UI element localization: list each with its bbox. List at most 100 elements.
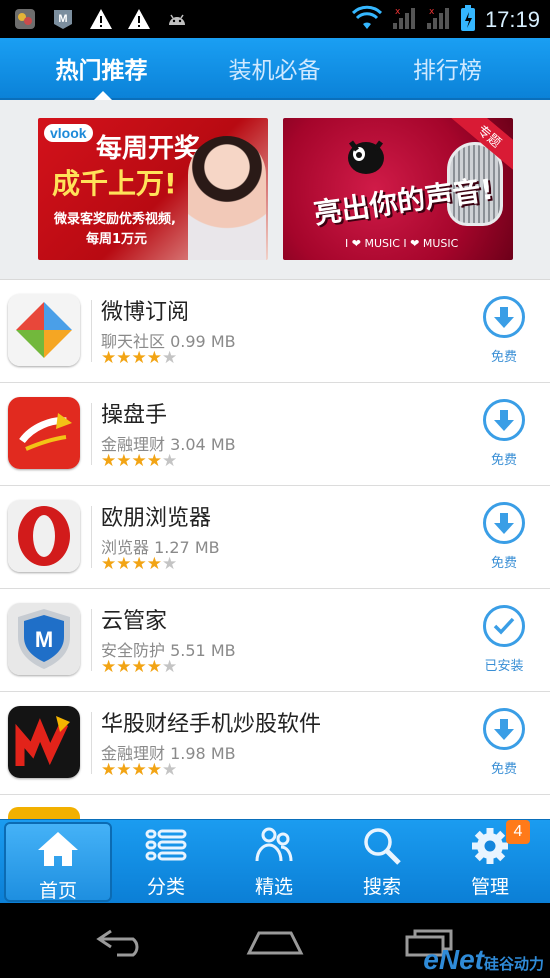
signal-icon: x xyxy=(391,5,417,35)
list-item[interactable]: 微博订阅 聊天社区 0.99 MB ★★★★★ 免费 xyxy=(0,280,550,383)
nav-home[interactable]: 首页 xyxy=(4,822,112,902)
huagu-icon xyxy=(8,706,80,778)
app-list: 微博订阅 聊天社区 0.99 MB ★★★★★ 免费 操盘手 金融理财 3.04… xyxy=(0,280,550,795)
svg-text:x: x xyxy=(429,7,435,17)
divider xyxy=(91,300,92,362)
svg-text:x: x xyxy=(395,7,401,17)
app-size: 5.51 MB xyxy=(170,641,236,660)
bottom-nav: 首页 分类 精选 搜索 管理 4 xyxy=(0,819,550,903)
nav-category[interactable]: 分类 xyxy=(112,820,220,904)
status-bar: M x x 17:19 xyxy=(0,0,550,38)
action-label: 免费 xyxy=(490,453,517,468)
list-icon xyxy=(112,820,220,870)
banner-model-image xyxy=(188,136,266,260)
app-notification-icon: M xyxy=(50,6,76,32)
action-label: 免费 xyxy=(490,762,517,777)
nav-search[interactable]: 搜索 xyxy=(328,820,436,904)
list-item[interactable]: 操盘手 金融理财 3.04 MB ★★★★★ 免费 xyxy=(0,383,550,486)
watermark-brand: eNet xyxy=(423,944,484,975)
people-icon xyxy=(220,820,328,870)
checkmark-icon xyxy=(483,605,525,647)
app-size: 1.98 MB xyxy=(170,744,236,763)
divider xyxy=(91,506,92,568)
action-label: 免费 xyxy=(490,350,517,365)
action-label: 已安装 xyxy=(484,659,524,674)
rating-stars: ★★★★★ xyxy=(101,348,178,368)
mcafee-shield-icon: M xyxy=(8,603,80,675)
nav-label: 首页 xyxy=(38,880,77,902)
download-button[interactable]: 免费 xyxy=(474,502,534,571)
tab-hot-recommend[interactable]: 热门推荐 xyxy=(10,38,193,98)
nav-label: 分类 xyxy=(146,876,185,898)
active-tab-indicator xyxy=(94,91,112,100)
promo-banner-music[interactable]: 专题 亮出你的声音! I ❤ MUSIC I ❤ MUSIC xyxy=(283,118,513,260)
promo-banner-vlook[interactable]: vlook 每周开奖 成千上万! 微录客奖励优秀视频, 每周1万元 xyxy=(38,118,268,260)
svg-text:M: M xyxy=(35,627,53,652)
app-size: 3.04 MB xyxy=(170,435,236,454)
download-icon xyxy=(483,399,525,441)
app-name: 华股财经手机炒股软件 xyxy=(101,712,322,737)
battery-icon xyxy=(459,4,477,36)
installed-button[interactable]: 已安装 xyxy=(474,605,534,674)
watermark: eNet硅谷动力 xyxy=(423,944,544,976)
weibo-pinwheel-icon xyxy=(8,294,80,366)
home-button[interactable] xyxy=(240,921,310,961)
action-label: 免费 xyxy=(490,556,517,571)
nav-label: 管理 xyxy=(470,876,509,898)
divider xyxy=(91,712,92,774)
rating-stars: ★★★★★ xyxy=(101,760,178,780)
back-icon xyxy=(96,929,139,957)
divider xyxy=(91,609,92,671)
vlook-logo: vlook xyxy=(44,124,93,142)
app-name: 微博订阅 xyxy=(101,300,190,325)
app-size: 0.99 MB xyxy=(170,332,236,351)
download-icon xyxy=(483,502,525,544)
home-outline-icon xyxy=(246,931,304,955)
tab-ranking[interactable]: 排行榜 xyxy=(356,38,539,98)
divider xyxy=(91,403,92,465)
banner-subheadline: 成千上万! xyxy=(52,167,177,200)
svg-text:M: M xyxy=(58,13,67,25)
app-name: 操盘手 xyxy=(101,403,168,428)
list-item[interactable]: 华股财经手机炒股软件 金融理财 1.98 MB ★★★★★ 免费 xyxy=(0,692,550,795)
back-button[interactable] xyxy=(88,921,158,961)
rating-stars: ★★★★★ xyxy=(101,554,178,574)
gallery-notification-icon xyxy=(12,6,38,32)
update-count-badge: 4 xyxy=(506,820,530,844)
caopanshou-icon xyxy=(8,397,80,469)
banner-mascot-icon xyxy=(348,140,384,174)
download-button[interactable]: 免费 xyxy=(474,296,534,365)
banner-headline: 每周开奖 xyxy=(96,134,201,164)
nav-label: 搜索 xyxy=(362,876,401,898)
app-name: 云管家 xyxy=(101,609,168,634)
nav-label: 精选 xyxy=(254,876,293,898)
app-name: 欧朋浏览器 xyxy=(101,506,212,531)
nav-featured[interactable]: 精选 xyxy=(220,820,328,904)
search-icon xyxy=(328,820,436,870)
banner-footer: I ❤ MUSIC I ❤ MUSIC xyxy=(345,237,459,250)
system-nav-bar: eNet硅谷动力 xyxy=(0,903,550,978)
download-button[interactable]: 免费 xyxy=(474,708,534,777)
rating-stars: ★★★★★ xyxy=(101,657,178,677)
warning-icon xyxy=(88,6,114,32)
list-item[interactable]: 欧朋浏览器 浏览器 1.27 MB ★★★★★ 免费 xyxy=(0,486,550,589)
banner-caption: 微录客奖励优秀视频, xyxy=(54,212,176,227)
rating-stars: ★★★★★ xyxy=(101,451,178,471)
signal-icon: x xyxy=(425,5,451,35)
banner-caption-2: 每周1万元 xyxy=(86,232,148,247)
banner-carousel: vlook 每周开奖 成千上万! 微录客奖励优秀视频, 每周1万元 专题 亮出你… xyxy=(0,100,550,280)
clock: 17:19 xyxy=(484,7,540,32)
download-icon xyxy=(483,296,525,338)
wifi-icon xyxy=(351,5,383,35)
watermark-sub: 硅谷动力 xyxy=(483,956,544,973)
home-icon xyxy=(6,824,110,874)
top-tab-bar: 热门推荐 装机必备 排行榜 xyxy=(0,38,550,100)
list-item[interactable]: M 云管家 安全防护 5.51 MB ★★★★★ 已安装 xyxy=(0,589,550,692)
android-debug-icon xyxy=(164,6,190,32)
download-button[interactable]: 免费 xyxy=(474,399,534,468)
tab-essentials[interactable]: 装机必备 xyxy=(183,38,366,98)
opera-icon xyxy=(8,500,80,572)
download-icon xyxy=(483,708,525,750)
nav-manage[interactable]: 管理 4 xyxy=(436,820,544,904)
warning-icon xyxy=(126,6,152,32)
